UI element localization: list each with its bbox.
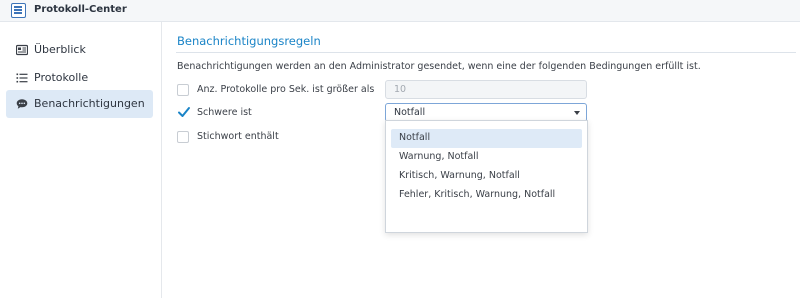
severity-value: Notfall xyxy=(394,107,426,118)
severity-option[interactable]: Warnung, Notfall xyxy=(391,148,582,167)
sidebar-item-label: Überblick xyxy=(34,43,86,56)
overview-icon xyxy=(16,44,28,56)
rule-keyword: Stichwort enthält xyxy=(177,128,377,146)
option-label: Fehler, Kritisch, Warnung, Notfall xyxy=(399,189,556,200)
sidebar: Überblick Protokolle Benachrichtigungen xyxy=(0,22,162,298)
log-center-icon xyxy=(11,3,26,18)
sidebar-item-label: Benachrichtigungen xyxy=(34,97,145,110)
sidebar-item-label: Protokolle xyxy=(34,71,89,84)
rate-label: Anz. Protokolle pro Sek. ist größer als xyxy=(197,84,375,95)
checkmark-icon[interactable] xyxy=(177,105,191,119)
list-icon xyxy=(16,73,28,83)
app-title: Protokoll-Center xyxy=(34,4,127,15)
severity-option[interactable]: Fehler, Kritisch, Warnung, Notfall xyxy=(391,186,582,205)
main-panel: Benachrichtigungsregeln Benachrichtigung… xyxy=(163,22,800,298)
title-bar: Protokoll-Center xyxy=(0,0,800,22)
chat-bubble-icon xyxy=(16,99,28,109)
description-text: Benachrichtigungen werden an den Adminis… xyxy=(177,61,701,72)
sidebar-item-notifications[interactable]: Benachrichtigungen xyxy=(6,90,153,118)
severity-option[interactable]: Kritisch, Warnung, Notfall xyxy=(391,167,582,186)
severity-dropdown-menu: Notfall Warnung, Notfall Kritisch, Warnu… xyxy=(385,120,588,233)
section-divider xyxy=(176,52,796,53)
keyword-checkbox[interactable] xyxy=(177,131,189,143)
option-label: Notfall xyxy=(399,132,431,143)
option-label: Kritisch, Warnung, Notfall xyxy=(399,170,520,181)
chevron-down-icon[interactable] xyxy=(574,111,580,115)
severity-option[interactable]: Notfall xyxy=(391,129,582,148)
keyword-label: Stichwort enthält xyxy=(197,131,279,142)
section-title: Benachrichtigungsregeln xyxy=(177,34,321,48)
rate-input[interactable]: 10 xyxy=(385,80,587,99)
option-label: Warnung, Notfall xyxy=(399,151,479,162)
sidebar-item-overview[interactable]: Überblick xyxy=(6,36,153,64)
rate-checkbox[interactable] xyxy=(177,84,189,96)
rule-severity: Schwere ist xyxy=(177,104,377,122)
severity-label: Schwere ist xyxy=(197,107,252,118)
sidebar-item-logs[interactable]: Protokolle xyxy=(6,64,153,92)
rate-value: 10 xyxy=(394,84,407,95)
